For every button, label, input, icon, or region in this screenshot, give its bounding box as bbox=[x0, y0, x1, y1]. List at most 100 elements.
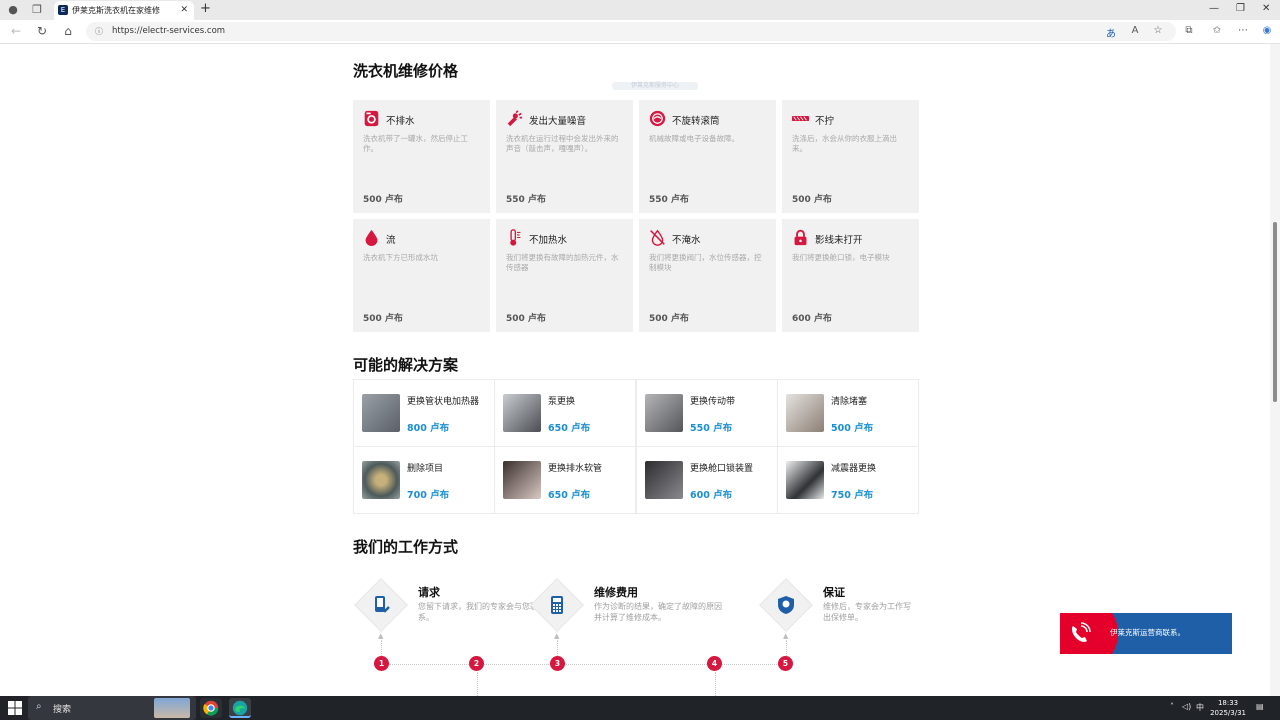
price-card[interactable]: 发出大量噪音 洗衣机在运行过程中会发出外来的声音（敲击声，嘎嘎声）。 550 卢… bbox=[496, 100, 633, 213]
arrow-up-icon: ▲ bbox=[554, 632, 560, 640]
phone-request-icon bbox=[375, 596, 390, 613]
site-info-icon[interactable]: ⓘ bbox=[95, 22, 103, 41]
solution-item[interactable]: 减震器更换 750 卢布 bbox=[777, 446, 919, 514]
tab-title: 伊莱克斯洗衣机在家维修 bbox=[72, 6, 160, 15]
ime-indicator[interactable]: 中 bbox=[1196, 702, 1204, 713]
card-price: 550 卢布 bbox=[649, 195, 689, 205]
solution-item[interactable]: 删除项目 700 卢布 bbox=[353, 446, 495, 514]
collections-icon[interactable]: ❐ bbox=[30, 3, 44, 17]
pump-photo bbox=[503, 394, 541, 432]
windows-start-icon[interactable] bbox=[8, 701, 22, 715]
solution-price: 750 卢布 bbox=[831, 490, 874, 501]
home-icon[interactable]: ⌂ bbox=[60, 24, 76, 38]
card-title: 不排水 bbox=[386, 116, 415, 127]
card-price: 500 卢布 bbox=[506, 314, 546, 324]
favorite-star-icon[interactable]: ☆ bbox=[1151, 25, 1165, 36]
card-title: 影线未打开 bbox=[815, 235, 863, 246]
wring-icon bbox=[792, 115, 809, 122]
price-card[interactable]: 影线未打开 我们将更换舱口锁，电子模块 600 卢布 bbox=[782, 219, 919, 332]
lock-icon bbox=[794, 229, 807, 246]
drop-icon bbox=[365, 229, 378, 246]
solution-name: 清除堵塞 bbox=[831, 397, 868, 407]
shock-absorber-photo bbox=[786, 461, 824, 499]
price-card[interactable]: 不旋转滚筒 机械故障或电子设备故障。 550 卢布 bbox=[639, 100, 776, 213]
thermometer-icon bbox=[510, 229, 521, 246]
profile-icon[interactable]: ● bbox=[6, 3, 20, 17]
connector-line bbox=[557, 640, 558, 656]
heater-photo bbox=[362, 394, 400, 432]
drum-photo bbox=[362, 461, 400, 499]
step-desc: 您留下请求，我们的专家会与您联系。 bbox=[418, 602, 538, 622]
solution-item[interactable]: 更换舱口锁装置 600 卢布 bbox=[636, 446, 778, 514]
step-number-badge: 3 bbox=[550, 656, 565, 671]
solution-item[interactable]: 泵更换 650 卢布 bbox=[494, 379, 636, 447]
card-desc: 洗衣机带了一罐水，然后停止工作。 bbox=[363, 134, 468, 153]
volume-icon[interactable]: ◁) bbox=[1182, 702, 1191, 711]
solution-item[interactable]: 更换传动带 550 卢布 bbox=[636, 379, 778, 447]
door-lock-photo bbox=[645, 461, 683, 499]
step-number-badge: 1 bbox=[374, 656, 389, 671]
washer-icon bbox=[364, 110, 379, 127]
scrollbar[interactable] bbox=[1270, 44, 1280, 696]
clock-time: 18:33 bbox=[1217, 699, 1239, 707]
price-card[interactable]: 不加热水 我们将更换有故障的加热元件，水传感器 500 卢布 bbox=[496, 219, 633, 332]
no-water-icon bbox=[650, 229, 665, 246]
solution-name: 泵更换 bbox=[548, 397, 576, 407]
back-icon[interactable]: ← bbox=[8, 24, 24, 38]
solution-name: 更换管状电加热器 bbox=[407, 397, 480, 407]
solution-price: 700 卢布 bbox=[407, 490, 450, 501]
extensions-icon[interactable]: ⧉ bbox=[1182, 25, 1196, 36]
web-page: 伊莱克斯服务中心 洗衣机维修价格 不排水 洗衣机带了一罐水，然后停止工作。 50… bbox=[0, 44, 1270, 696]
price-card[interactable]: 流 洗衣机下方已形成水坑 500 卢布 bbox=[353, 219, 490, 332]
belt-photo bbox=[645, 394, 683, 432]
chrome-icon bbox=[203, 700, 219, 716]
taskbar-app-edge[interactable] bbox=[229, 698, 251, 718]
taskbar-search[interactable]: ⌕ 搜索 bbox=[28, 696, 196, 720]
minimize-icon[interactable]: — bbox=[1209, 3, 1219, 14]
address-bar[interactable]: ⓘ https://electr-services.com bbox=[86, 22, 1176, 41]
window-close-icon[interactable]: ✕ bbox=[1262, 3, 1270, 14]
card-price: 500 卢布 bbox=[792, 195, 832, 205]
shield-icon bbox=[778, 596, 794, 614]
taskbar-app-chrome[interactable] bbox=[200, 698, 222, 718]
browser-tab-bar: ● ❐ E 伊莱克斯洗衣机在家维修 ✕ + — ❐ ✕ bbox=[0, 0, 1280, 20]
timeline-line bbox=[389, 664, 787, 665]
card-desc: 我们将更换阀门，水位传感器，控制模块 bbox=[649, 253, 762, 272]
solution-price: 650 卢布 bbox=[548, 490, 591, 501]
favorites-icon[interactable]: ✩ bbox=[1210, 25, 1224, 36]
browser-tab[interactable]: E 伊莱克斯洗衣机在家维修 ✕ bbox=[54, 1, 194, 20]
solution-item[interactable]: 清除堵塞 500 卢布 bbox=[777, 379, 919, 447]
connector-line bbox=[381, 640, 382, 656]
solution-item[interactable]: 更换管状电加热器 800 卢布 bbox=[353, 379, 495, 447]
price-card[interactable]: 不排水 洗衣机带了一罐水，然后停止工作。 500 卢布 bbox=[353, 100, 490, 213]
new-tab-button[interactable]: + bbox=[200, 1, 211, 16]
connector-line bbox=[786, 640, 787, 656]
price-card[interactable]: 不淹水 我们将更换阀门，水位传感器，控制模块 500 卢布 bbox=[639, 219, 776, 332]
notification-icon[interactable]: ▤ bbox=[1256, 702, 1264, 711]
solution-item[interactable]: 更换排水软管 650 卢布 bbox=[494, 446, 636, 514]
tray-chevron-icon[interactable]: ˄ bbox=[1170, 702, 1174, 711]
reload-icon[interactable]: ↻ bbox=[34, 24, 50, 38]
card-desc: 我们将更换有故障的加热元件，水传感器 bbox=[506, 253, 619, 272]
contact-label: 伊莱克斯运营商联系。 bbox=[1110, 628, 1185, 637]
card-title: 流 bbox=[386, 235, 396, 246]
card-title: 不加热水 bbox=[529, 235, 568, 246]
taskbar-clock[interactable]: 18:33 2025/3/31 bbox=[1210, 698, 1246, 718]
solution-price: 550 卢布 bbox=[690, 423, 733, 434]
solution-price: 500 卢布 bbox=[831, 423, 874, 434]
step-title: 请求 bbox=[418, 586, 440, 599]
price-card[interactable]: 不拧 洗涤后，水会从你的衣服上滴出来。 500 卢布 bbox=[782, 100, 919, 213]
calculator-icon bbox=[551, 596, 563, 614]
scrollbar-thumb[interactable] bbox=[1273, 222, 1277, 402]
read-aloud-icon[interactable]: A bbox=[1128, 25, 1142, 36]
translate-icon[interactable]: あ bbox=[1104, 25, 1118, 40]
solution-price: 650 卢布 bbox=[548, 423, 591, 434]
phone-call-icon bbox=[1072, 622, 1091, 642]
close-tab-icon[interactable]: ✕ bbox=[180, 1, 188, 20]
card-title: 不旋转滚筒 bbox=[672, 116, 720, 127]
more-menu-icon[interactable]: ⋯ bbox=[1236, 25, 1250, 36]
contact-operator-button[interactable]: 伊莱克斯运营商联系。 bbox=[1060, 613, 1232, 654]
copilot-icon[interactable]: ◉ bbox=[1260, 25, 1274, 36]
restore-icon[interactable]: ❐ bbox=[1236, 3, 1245, 14]
edge-icon bbox=[232, 700, 248, 716]
